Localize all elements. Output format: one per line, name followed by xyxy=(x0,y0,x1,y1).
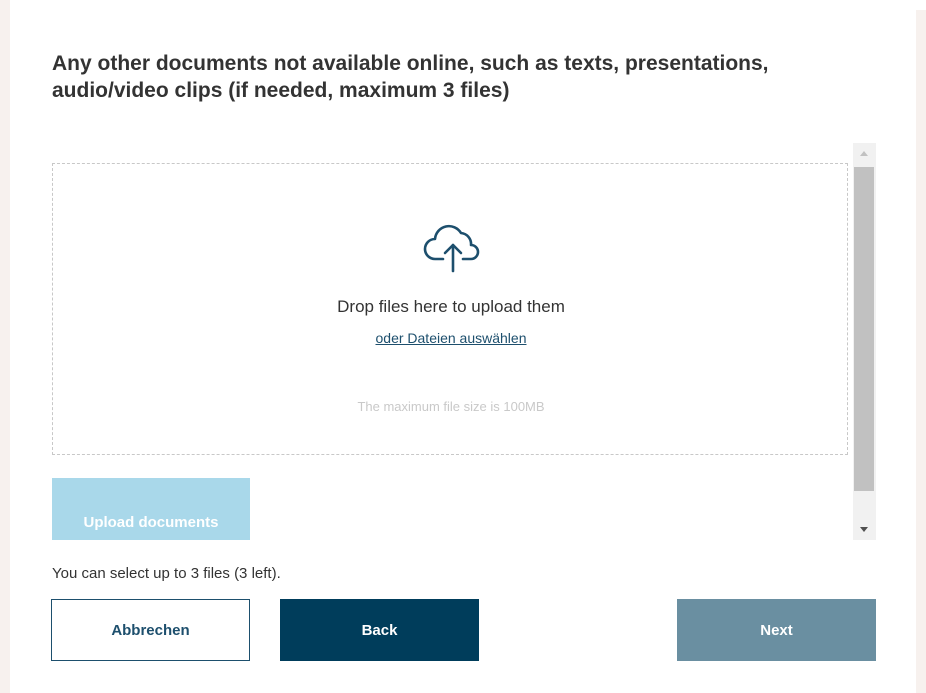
cancel-button[interactable]: Abbrechen xyxy=(51,599,250,661)
upload-form-page: Any other documents not available online… xyxy=(0,0,926,693)
file-count-info: You can select up to 3 files (3 left). xyxy=(52,565,281,582)
scroll-up-arrow-icon[interactable] xyxy=(853,143,876,165)
max-file-size-note: The maximum file size is 100MB xyxy=(357,399,545,414)
section-heading: Any other documents not available online… xyxy=(52,52,769,102)
select-files-link-row: oder Dateien auswählen xyxy=(53,330,849,346)
upload-scrollbar[interactable] xyxy=(853,143,876,540)
back-button[interactable]: Back xyxy=(280,599,479,661)
next-button[interactable]: Next xyxy=(677,599,876,661)
cloud-upload-icon xyxy=(423,224,480,273)
left-background-edge xyxy=(0,0,10,693)
upload-documents-button[interactable]: Upload documents xyxy=(52,478,250,540)
scrollbar-thumb[interactable] xyxy=(854,167,874,491)
file-dropzone[interactable]: Drop files here to upload them oder Date… xyxy=(52,163,848,455)
dropzone-title: Drop files here to upload them xyxy=(337,297,565,316)
select-files-link[interactable]: oder Dateien auswählen xyxy=(376,330,527,346)
scroll-down-arrow-icon[interactable] xyxy=(853,518,876,540)
upload-scroll-area: Drop files here to upload them oder Date… xyxy=(50,143,877,540)
right-edge-top xyxy=(916,0,926,10)
right-background-edge xyxy=(916,10,926,693)
